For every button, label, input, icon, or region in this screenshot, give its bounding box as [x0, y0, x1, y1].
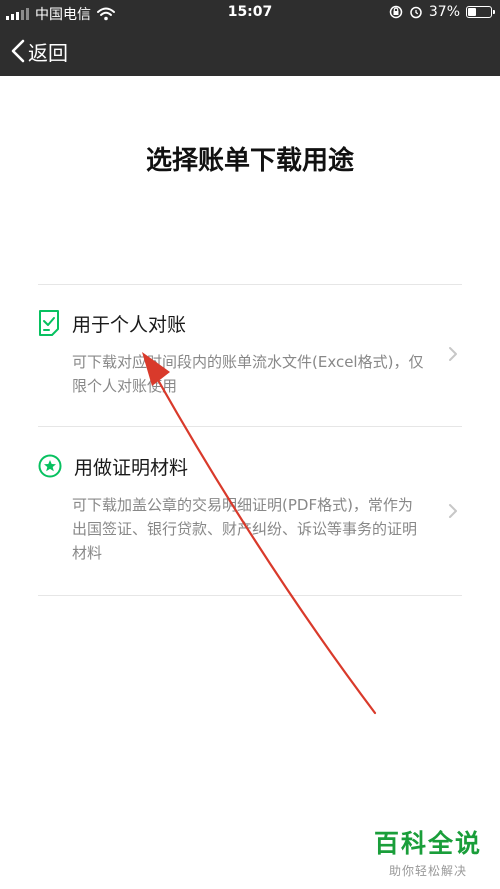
- option-title: 用于个人对账: [72, 313, 187, 336]
- checklist-document-icon: [39, 310, 59, 336]
- divider-bottom: [38, 595, 462, 596]
- status-bar: 中国电信 15:07 37%: [0, 0, 500, 26]
- battery-icon: [466, 6, 495, 18]
- divider-top: [38, 284, 462, 285]
- back-label: 返回: [28, 40, 68, 65]
- alarm-icon: [410, 6, 422, 19]
- back-button[interactable]: 返回: [10, 36, 68, 66]
- status-right: 37%: [389, 4, 495, 20]
- watermark-subtitle: 助你轻松解决: [388, 864, 467, 878]
- option-description: 可下载对应时间段内的账单流水文件(Excel格式)，仅限个人对账使用: [72, 353, 424, 395]
- rotation-lock-icon: [389, 5, 403, 19]
- annotation-arrow-overlay: [142, 352, 377, 715]
- chevron-left-icon: [11, 39, 25, 63]
- battery-fill: [468, 8, 476, 16]
- chevron-right-icon: [449, 347, 457, 361]
- watermark-title: 百科全说: [373, 829, 482, 858]
- chevron-right-icon: [449, 504, 457, 518]
- page-title: 选择账单下载用途: [145, 146, 354, 176]
- option-header: 用做证明材料: [38, 451, 462, 481]
- option-header: 用于个人对账: [38, 308, 462, 338]
- option-personal-reconciliation[interactable]: 用于个人对账 可下载对应时间段内的账单流水文件(Excel格式)，仅限个人对账使…: [38, 308, 462, 398]
- divider-middle: [38, 426, 462, 427]
- option-proof-material[interactable]: 用做证明材料 可下载加盖公章的交易明细证明(PDF格式)，常作为出国签证、银行贷…: [38, 451, 462, 565]
- star-badge-icon: [38, 454, 62, 478]
- nav-bar: 返回: [0, 26, 500, 76]
- option-description: 可下载加盖公章的交易明细证明(PDF格式)，常作为出国签证、银行贷款、财产纠纷、…: [72, 496, 418, 562]
- watermark: 百科全说 助你轻松解决: [374, 824, 482, 879]
- battery-percent: 37%: [428, 4, 460, 20]
- option-title: 用做证明材料: [74, 456, 189, 479]
